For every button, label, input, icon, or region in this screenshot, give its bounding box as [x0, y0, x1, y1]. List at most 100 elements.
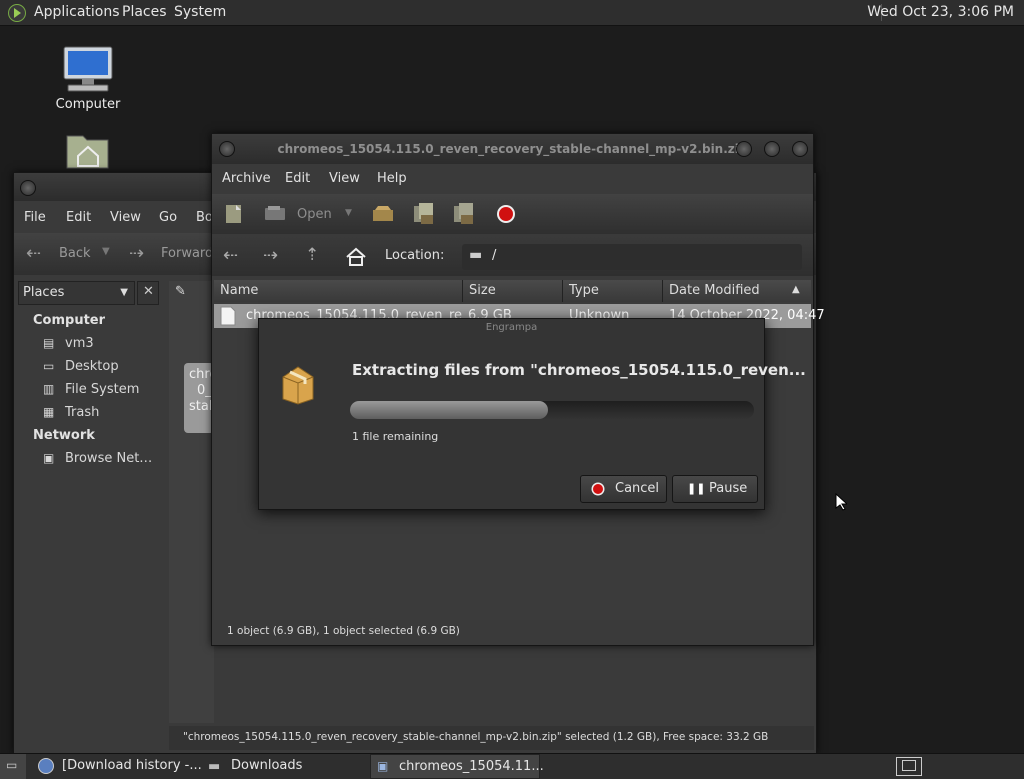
location-path-value: /: [492, 248, 497, 263]
column-size[interactable]: Size: [463, 280, 563, 302]
computer-label: Computer: [55, 97, 121, 112]
fm-menu-edit[interactable]: Edit: [66, 210, 91, 225]
places-dropdown[interactable]: Places ▼: [18, 281, 135, 305]
maximize-button[interactable]: [764, 141, 780, 157]
add-files-icon[interactable]: [412, 202, 436, 226]
sidebar-item-trash[interactable]: Trash: [65, 405, 99, 420]
up-icon[interactable]: ⇡: [305, 245, 319, 265]
taskbar-item-downloads[interactable]: ▬ Downloads: [204, 756, 368, 777]
menu-edit[interactable]: Edit: [285, 171, 310, 186]
computer-icon: [63, 46, 113, 92]
show-desktop-button[interactable]: ▭: [0, 754, 26, 779]
network-icon: ▣: [43, 451, 55, 465]
sidebar-item-file-system[interactable]: File System: [65, 382, 139, 397]
menu-view[interactable]: View: [329, 171, 360, 186]
home-icon[interactable]: [345, 247, 367, 267]
browser-icon: [38, 758, 54, 774]
system-menu[interactable]: System: [174, 4, 226, 20]
menu-help[interactable]: Help: [377, 171, 407, 186]
package-icon: [282, 366, 314, 405]
archive-toolbar: Open ▼: [212, 194, 813, 234]
pause-icon: ❚❚: [687, 482, 706, 495]
taskbar-item-archive[interactable]: ▣ chromeos_15054.11...: [370, 754, 544, 779]
mate-logo-icon[interactable]: [8, 4, 26, 22]
dialog-heading: Extracting files from "chromeos_15054.11…: [352, 361, 806, 379]
extract-progress-dialog: Engrampa Extracting files from "chromeos…: [258, 318, 806, 510]
back-dropdown-icon[interactable]: ▼: [102, 246, 110, 257]
computer-desktop-icon[interactable]: Computer: [38, 44, 138, 116]
archive-statusbar: 1 object (6.9 GB), 1 object selected (6.…: [212, 620, 813, 644]
taskbar-item-download-history[interactable]: [Download history -...: [34, 756, 204, 777]
menu-archive[interactable]: Archive: [222, 171, 271, 186]
places-chevron-down-icon: ▼: [120, 287, 128, 298]
workspace-icon: [902, 760, 916, 771]
files-remaining-text: 1 file remaining: [352, 430, 439, 443]
fm-status-text: "chromeos_15054.115.0_reven_recovery_sta…: [183, 731, 769, 743]
open-dropdown-icon[interactable]: ▼: [345, 208, 352, 218]
folder-icon: ▬: [469, 247, 483, 263]
pause-button[interactable]: ❚❚ Pause: [672, 475, 758, 503]
progress-fill: [350, 401, 548, 419]
column-type[interactable]: Type: [563, 280, 663, 302]
file-manager-menu-button[interactable]: [20, 180, 36, 196]
location-path-field[interactable]: ▬ /: [462, 244, 802, 270]
cancel-label: Cancel: [615, 481, 660, 496]
back-icon[interactable]: ⇠: [223, 245, 238, 266]
fm-content-area: ✎ chro 0_ stab: [169, 281, 217, 723]
forward-arrow-icon: ⇢: [129, 243, 145, 264]
selected-file-tile[interactable]: chro 0_ stab: [184, 363, 217, 433]
fm-menu-file[interactable]: File: [24, 210, 46, 225]
minimize-button[interactable]: [736, 141, 752, 157]
places-label: Places: [23, 285, 65, 300]
fm-menu-view[interactable]: View: [110, 210, 141, 225]
archive-titlebar[interactable]: chromeos_15054.115.0_reven_recovery_stab…: [212, 134, 813, 164]
bottom-panel: ▭ [Download history -... ▬ Downloads ▣ c…: [0, 753, 1024, 779]
archive-taskbar-icon: ▣: [377, 759, 389, 773]
file-icon: [220, 306, 236, 326]
back-button[interactable]: Back: [59, 246, 91, 261]
sort-ascending-icon: ▲: [792, 284, 800, 295]
open-button[interactable]: Open: [297, 207, 332, 222]
cancel-stop-icon: [591, 482, 605, 496]
drive-icon: ▤: [43, 336, 55, 350]
archive-status-text: 1 object (6.9 GB), 1 object selected (6.…: [227, 625, 460, 637]
desktop-icon: ▭: [43, 359, 55, 373]
add-folder-icon[interactable]: [452, 202, 476, 226]
cancel-button[interactable]: Cancel: [580, 475, 667, 503]
file-list-header: Name Size Type Date Modified ▲: [214, 280, 811, 302]
column-name[interactable]: Name: [214, 280, 463, 302]
forward-button[interactable]: Forward: [161, 246, 213, 261]
sidebar-item-desktop[interactable]: Desktop: [65, 359, 119, 374]
location-label: Location:: [385, 248, 445, 263]
applications-menu[interactable]: Applications: [34, 4, 120, 20]
new-archive-icon[interactable]: [224, 204, 244, 224]
places-menu[interactable]: Places: [122, 4, 167, 20]
taskbar-label-archive: chromeos_15054.11...: [399, 759, 544, 774]
clock[interactable]: Wed Oct 23, 3:06 PM: [867, 4, 1014, 20]
sidebar-item-browse-network[interactable]: Browse Net…: [65, 451, 152, 466]
folder-taskbar-icon: ▬: [208, 759, 221, 774]
fm-menu-go[interactable]: Go: [159, 210, 177, 225]
archive-window-title: chromeos_15054.115.0_reven_recovery_stab…: [277, 142, 748, 156]
taskbar-label-downloads: Downloads: [231, 758, 303, 773]
top-panel: Applications Places System Wed Oct 23, 3…: [0, 0, 1024, 26]
column-date-modified[interactable]: Date Modified: [663, 280, 811, 302]
sidebar-item-vm3[interactable]: vm3: [65, 336, 94, 351]
back-arrow-icon: ⇠: [26, 243, 42, 264]
forward-icon[interactable]: ⇢: [263, 245, 278, 266]
home-folder-icon[interactable]: [66, 130, 110, 170]
mouse-cursor-icon: [835, 493, 847, 511]
close-window-button[interactable]: [792, 141, 808, 157]
open-archive-icon[interactable]: [264, 206, 288, 222]
stop-icon[interactable]: [496, 204, 516, 224]
workspace-switcher[interactable]: [896, 757, 922, 776]
close-sidebar-button[interactable]: ✕: [137, 281, 159, 305]
edit-location-icon[interactable]: ✎: [175, 284, 186, 299]
sidebar-header-network: Network: [33, 428, 95, 443]
close-icon: ✕: [143, 284, 154, 299]
show-desktop-icon: ▭: [6, 758, 18, 772]
extract-icon[interactable]: [372, 204, 396, 224]
tile-text-2: 0_: [197, 383, 212, 398]
location-bar: ⇠ ⇢ ⇡ Location: ▬ /: [212, 236, 813, 276]
filesystem-icon: ▥: [43, 382, 55, 396]
